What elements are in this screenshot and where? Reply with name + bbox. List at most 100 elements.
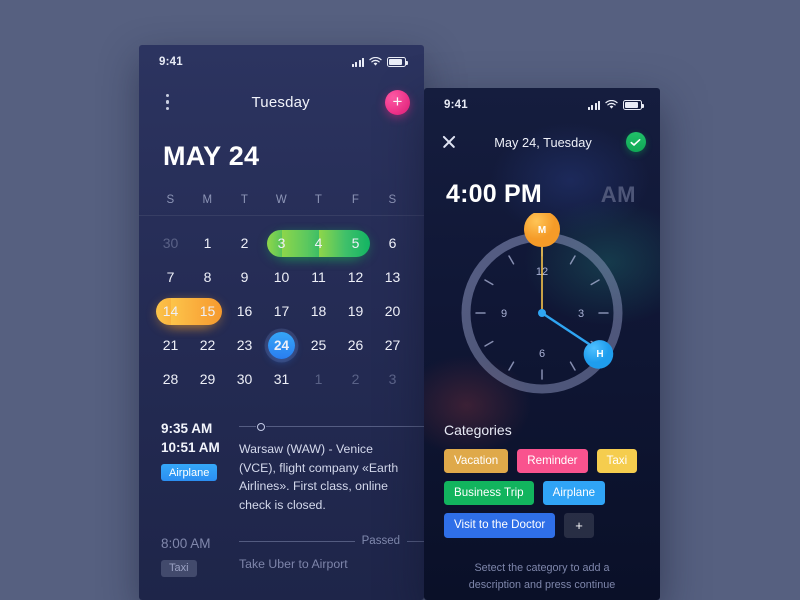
event-category-chip[interactable]: Airplane: [161, 464, 218, 482]
timeline-knob[interactable]: [257, 422, 265, 431]
calendar-day-3[interactable]: 3: [374, 362, 411, 396]
event-timeline-rail: Passed: [239, 535, 424, 548]
category-chip-list: Vacation Reminder Taxi Business Trip Airplan…: [444, 449, 640, 539]
weekday-label: W: [275, 194, 288, 206]
calendar-day-label: 16: [236, 303, 253, 319]
calendar-day-19[interactable]: 19: [337, 294, 374, 328]
category-chip[interactable]: Business Trip: [444, 480, 534, 505]
time-display-row: 4:00 PM AM: [424, 162, 660, 209]
calendar-nav-bar: Tuesday: [139, 79, 424, 125]
weekday-label: S: [388, 194, 397, 206]
calendar-day-label: 22: [199, 337, 216, 353]
category-chip[interactable]: Airplane: [542, 480, 606, 505]
calendar-day-13[interactable]: 13: [374, 260, 411, 294]
calendar-day-label: 23: [236, 337, 253, 353]
clock-center-pivot: [538, 309, 546, 317]
event-status-badge: Passed: [361, 535, 400, 548]
categories-section: Categories Vacation Reminder Taxi Business …: [424, 408, 660, 539]
calendar-weekday-header: SMTWTFS: [139, 172, 424, 216]
category-chip[interactable]: Taxi: [596, 449, 638, 473]
calendar-day-label: 1: [314, 371, 323, 387]
calendar-day-15[interactable]: 15: [170, 294, 226, 328]
calendar-day-6[interactable]: 6: [374, 226, 411, 260]
calendar-day-label: 10: [273, 269, 290, 285]
event-item[interactable]: 8:00 AM Taxi Passed Take Uber to Airport: [139, 525, 424, 587]
calendar-day-1[interactable]: 1: [300, 362, 337, 396]
calendar-day-label: 25: [310, 337, 327, 353]
category-chip[interactable]: Reminder: [517, 449, 588, 473]
weekday-label: F: [351, 194, 360, 206]
calendar-day-label: 27: [384, 337, 401, 353]
calendar-day-26[interactable]: 26: [337, 328, 374, 362]
event-end-time: 10:51 AM: [161, 440, 220, 456]
battery-icon: [387, 57, 408, 67]
calendar-day-23[interactable]: 23: [226, 328, 263, 362]
weekday-label: T: [314, 194, 323, 206]
calendar-day-label: 29: [199, 371, 216, 387]
calendar-day-18[interactable]: 18: [300, 294, 337, 328]
calendar-day-1[interactable]: 1: [189, 226, 226, 260]
calendar-day-label: 3: [277, 235, 286, 251]
calendar-day-11[interactable]: 11: [300, 260, 337, 294]
calendar-day-12[interactable]: 12: [337, 260, 374, 294]
calendar-day-label: 19: [347, 303, 364, 319]
calendar-day-2[interactable]: 2: [337, 362, 374, 396]
calendar-day-20[interactable]: 20: [374, 294, 411, 328]
calendar-day-28[interactable]: 28: [152, 362, 189, 396]
calendar-day-30[interactable]: 30: [226, 362, 263, 396]
calendar-day-31[interactable]: 31: [263, 362, 300, 396]
signal-bars-icon: [352, 57, 364, 67]
clock-numeral-3: 3: [578, 308, 584, 320]
hour-hand: [540, 311, 594, 348]
calendar-day-10[interactable]: 10: [263, 260, 300, 294]
calendar-day-2[interactable]: 2: [226, 226, 263, 260]
event-item[interactable]: 9:35 AM 10:51 AM Airplane Warsaw (WAW) - Ve…: [139, 410, 424, 525]
calendar-status-bar: 9:41: [139, 45, 424, 79]
calendar-day-30[interactable]: 30: [152, 226, 189, 260]
ampm-toggle[interactable]: AM: [601, 182, 636, 208]
event-start-time: 9:35 AM: [161, 421, 213, 436]
calendar-day-24[interactable]: 24: [263, 328, 300, 362]
calendar-day-25[interactable]: 25: [300, 328, 337, 362]
calendar-day-16[interactable]: 16: [226, 294, 263, 328]
close-icon[interactable]: [438, 131, 460, 153]
timeline-line: [266, 426, 424, 427]
event-start-time: 8:00 AM: [161, 535, 211, 551]
calendar-day-21[interactable]: 21: [152, 328, 189, 362]
calendar-day-22[interactable]: 22: [189, 328, 226, 362]
calendar-day-29[interactable]: 29: [189, 362, 226, 396]
calendar-day-9[interactable]: 9: [226, 260, 263, 294]
calendar-day-label: 14: [162, 303, 179, 319]
add-event-button[interactable]: [385, 89, 410, 115]
calendar-day-5[interactable]: 5: [318, 226, 374, 260]
timeline-line: [239, 540, 355, 542]
event-description: Take Uber to Airport: [239, 556, 348, 571]
calendar-day-label: 2: [240, 235, 249, 251]
calendar-day-8[interactable]: 8: [189, 260, 226, 294]
add-category-button[interactable]: +: [564, 512, 594, 539]
battery-icon: [623, 100, 644, 110]
clock-picker[interactable]: 12 3 6 9 M H: [424, 211, 660, 408]
event-detail-column: Passed Take Uber to Airport: [229, 533, 424, 577]
minute-handle-label: M: [538, 225, 546, 236]
category-chip[interactable]: Vacation: [444, 449, 509, 473]
date-range-highlight: [318, 229, 370, 257]
calendar-nav-title: Tuesday: [251, 93, 310, 111]
wifi-icon: [605, 100, 618, 109]
clock-numeral-6: 6: [539, 348, 545, 360]
timepicker-title: May 24, Tuesday: [494, 134, 592, 150]
calendar-day-17[interactable]: 17: [263, 294, 300, 328]
calendar-screen: 9:41 Tuesday MAY 24 SMTWTFS 301234567891…: [139, 45, 424, 600]
confirm-button[interactable]: [625, 132, 646, 152]
event-time-column: 8:00 AM Taxi: [161, 533, 229, 577]
calendar-day-7[interactable]: 7: [152, 260, 189, 294]
calendar-day-27[interactable]: 27: [374, 328, 411, 362]
timepicker-screen: 9:41 May 24, Tuesday 4:00 PM AM 3 6 9 M …: [424, 88, 660, 600]
event-category-chip[interactable]: Taxi: [161, 559, 197, 577]
minute-handle[interactable]: M: [524, 211, 560, 247]
signal-bars-icon: [588, 100, 600, 110]
more-vertical-icon[interactable]: [159, 88, 176, 117]
category-chip[interactable]: Visit to the Doctor: [444, 512, 556, 539]
calendar-day-label: 1: [203, 235, 212, 251]
clock-face[interactable]: 12 3 6 9 M H: [424, 211, 660, 408]
